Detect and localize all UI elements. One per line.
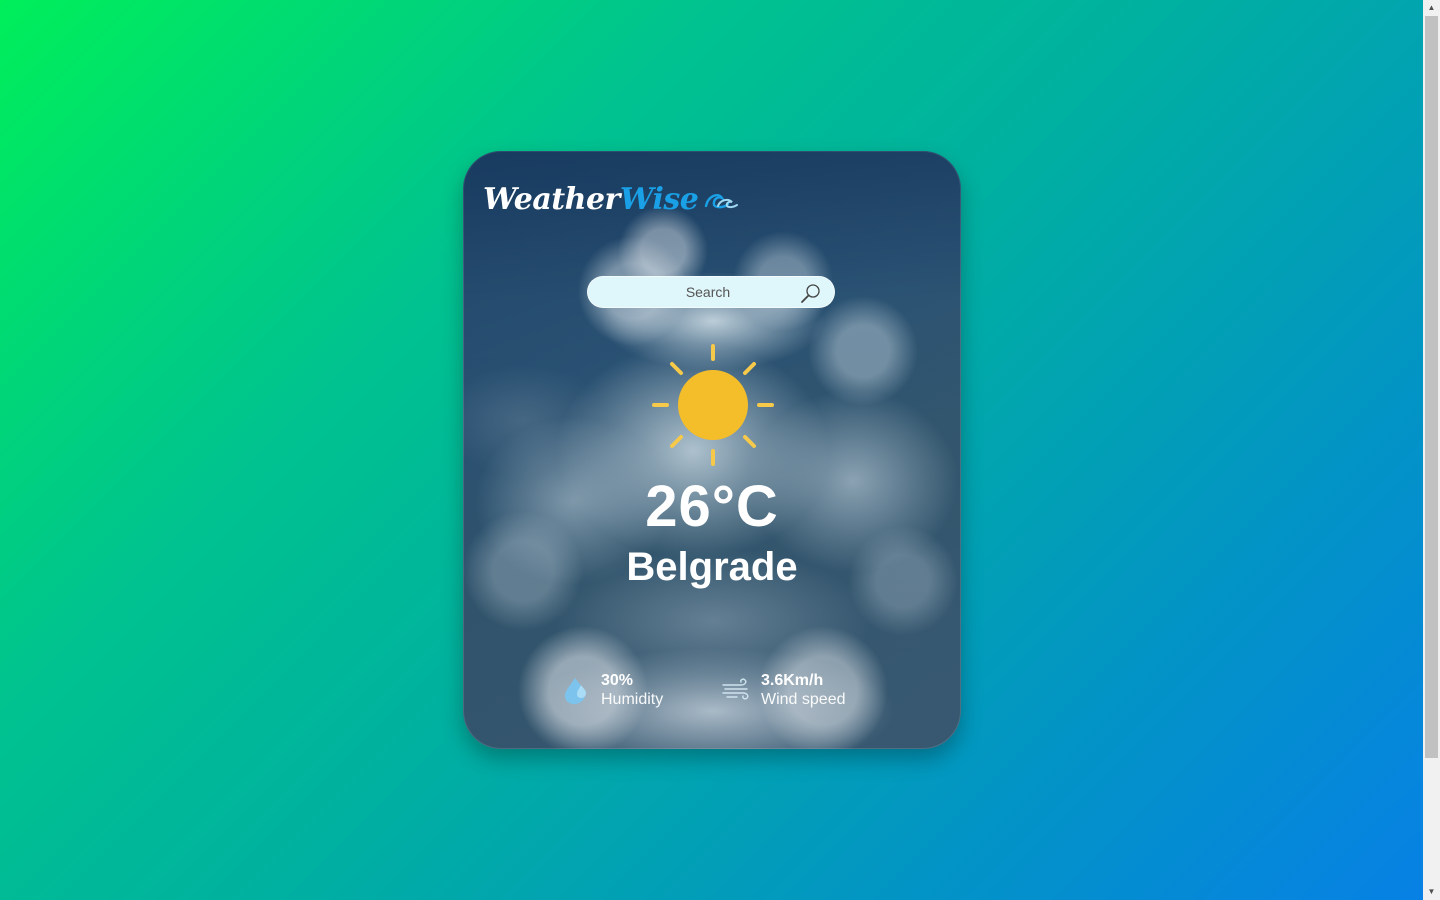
wind-icon [722, 678, 749, 700]
weather-card: Weather Wise 26°C Belgrade [463, 151, 961, 749]
scroll-thumb[interactable] [1425, 16, 1438, 758]
wind-detail: 3.6Km/h Wind speed [721, 671, 846, 709]
humidity-detail: 30% Humidity [561, 671, 663, 709]
page-scrollbar[interactable]: ▲ ▼ [1423, 0, 1440, 900]
city-name: Belgrade [626, 545, 798, 589]
humidity-drop-icon [565, 678, 586, 704]
sun-icon [652, 344, 774, 466]
scroll-down-arrow-icon[interactable]: ▼ [1423, 884, 1440, 900]
temperature: 26°C [645, 474, 779, 539]
logo-text-weather: Weather [483, 181, 620, 217]
wind-value: 3.6Km/h [761, 672, 824, 689]
logo-text-wise: Wise [619, 181, 699, 217]
humidity-label: Humidity [601, 691, 664, 708]
wave-icon [705, 194, 739, 209]
search-bar [587, 276, 835, 308]
humidity-value: 30% [601, 672, 634, 689]
app-logo: Weather Wise [483, 179, 739, 219]
scroll-up-arrow-icon[interactable]: ▲ [1423, 0, 1440, 16]
wind-label: Wind speed [761, 691, 846, 708]
search-icon[interactable] [800, 282, 822, 304]
